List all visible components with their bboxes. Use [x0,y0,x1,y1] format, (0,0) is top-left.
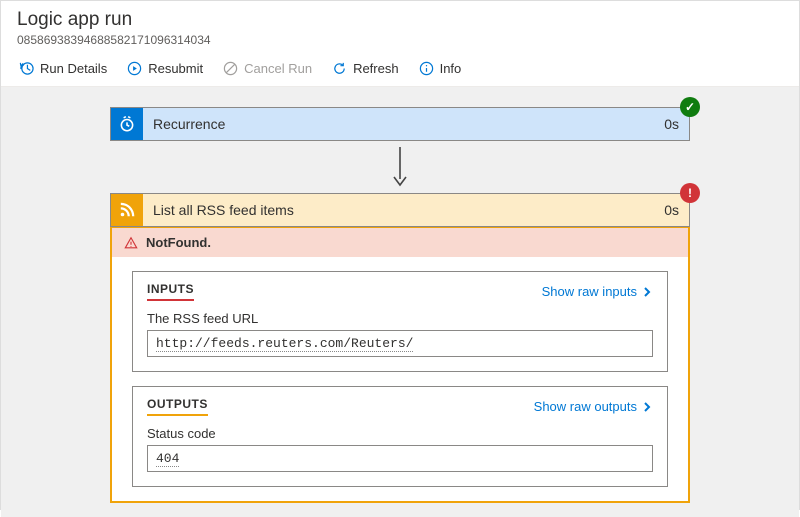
toolbar: Run Details Resubmit Cancel Run Refresh … [1,51,799,87]
step-title: Recurrence [143,108,645,140]
refresh-icon [332,61,347,76]
show-raw-outputs-link[interactable]: Show raw outputs [534,399,653,414]
run-details-button[interactable]: Run Details [11,57,115,80]
rss-url-value: http://feeds.reuters.com/Reuters/ [147,330,653,357]
inputs-heading: INPUTS [147,282,194,301]
cancel-run-button: Cancel Run [215,57,320,80]
field-label: Status code [147,426,653,441]
success-badge-icon: ✓ [680,97,700,117]
info-button[interactable]: Info [411,57,470,80]
refresh-button[interactable]: Refresh [324,57,407,80]
history-icon [19,61,34,76]
outputs-panel: OUTPUTS Show raw outputs Status code 404 [132,386,668,487]
resubmit-button[interactable]: Resubmit [119,57,211,80]
inputs-panel: INPUTS Show raw inputs The RSS feed URL … [132,271,668,372]
error-badge-icon: ! [680,183,700,203]
resubmit-icon [127,61,142,76]
outputs-heading: OUTPUTS [147,397,208,416]
error-bar: NotFound. [112,227,688,257]
step-body: NotFound. INPUTS Show raw inputs The RSS… [110,227,690,503]
field-label: The RSS feed URL [147,311,653,326]
step-rss[interactable]: ! List all RSS feed items 0s NotFound. I… [110,193,690,503]
step-recurrence[interactable]: ✓ Recurrence 0s [110,107,690,141]
run-id: 08586938394688582171096314034 [17,33,783,47]
cancel-icon [223,61,238,76]
designer-canvas: ✓ Recurrence 0s ! List all RSS feed item… [1,87,799,517]
clock-icon [111,108,143,140]
page-title: Logic app run [17,9,783,31]
step-title: List all RSS feed items [143,194,645,226]
connector-arrow [1,147,799,187]
show-raw-inputs-link[interactable]: Show raw inputs [542,284,653,299]
info-icon [419,61,434,76]
status-code-value: 404 [147,445,653,472]
warning-icon [124,236,138,250]
chevron-right-icon [641,286,653,298]
rss-icon [111,194,143,226]
page-header: Logic app run 08586938394688582171096314… [1,1,799,51]
chevron-right-icon [641,401,653,413]
